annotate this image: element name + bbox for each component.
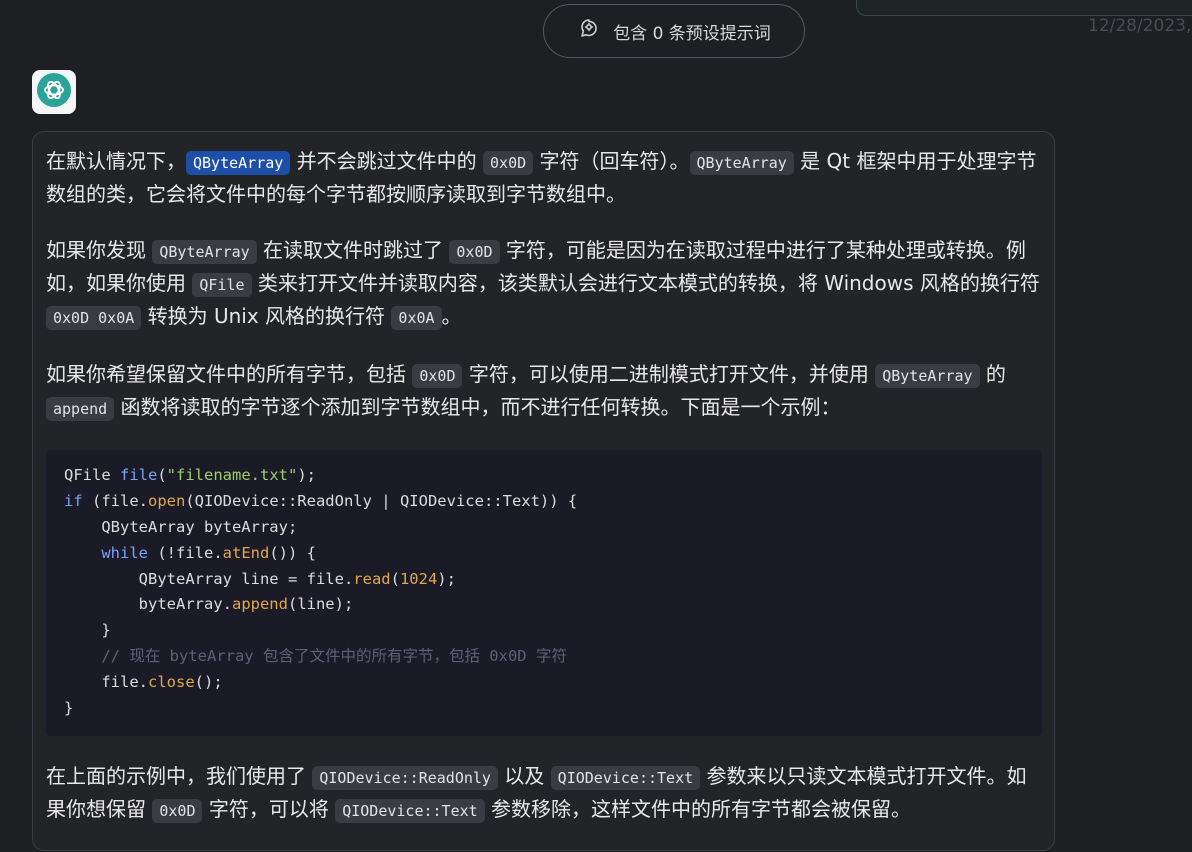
paragraph-text: 如果你希望保留文件中的所有字节，包括 <box>46 362 413 386</box>
code-block: QFile file("filename.txt"); if (file.open… <box>46 450 1042 736</box>
code-token: read <box>353 569 391 588</box>
inline-code[interactable]: QByteArray <box>186 151 291 175</box>
inline-code[interactable]: QByteArray <box>689 151 794 175</box>
paragraph-text: 如果你发现 <box>46 238 153 262</box>
paragraph-text: 以及 <box>497 763 551 788</box>
code-token: (QIODevice::ReadOnly | QIODevice::Text))… <box>185 491 578 510</box>
code-token: byteArray. <box>64 595 232 614</box>
code-line: } <box>64 696 1024 722</box>
previous-message-card <box>856 0 1192 16</box>
inline-code[interactable]: QByteArray <box>875 364 980 388</box>
inline-code[interactable]: QFile <box>192 273 252 297</box>
paragraph: 如果你发现 QByteArray 在读取文件时跳过了 0x0D 字符，可能是因为… <box>46 235 1042 334</box>
paragraph-text: 转换为 Unix 风格的换行符 <box>141 304 392 328</box>
code-line: byteArray.append(line); <box>64 592 1024 618</box>
code-line: QByteArray line = file.read(1024); <box>64 567 1024 593</box>
code-line: } <box>64 618 1024 644</box>
code-token: } <box>64 699 74 718</box>
paragraph-text: 参数移除，这样文件中的所有字节都会被保留。 <box>484 796 912 821</box>
inline-code[interactable]: 0x0A <box>391 306 442 330</box>
code-token: "filename.txt" <box>166 466 298 484</box>
paragraph-text: 类来打开文件并读取内容，该类默认会进行文本模式的转换，将 Windows 风格的… <box>251 271 1040 295</box>
paragraph: 在默认情况下， QByteArray 并不会跳过文件中的 0x0D 字符（回车符）… <box>46 146 1042 210</box>
code-token: close <box>148 673 195 692</box>
code-line: while (!file.atEnd()) { <box>64 541 1024 567</box>
code-token: if <box>64 491 83 510</box>
assistant-avatar <box>32 70 76 114</box>
code-token: while <box>101 543 148 562</box>
inline-code[interactable]: 0x0D 0x0A <box>46 306 142 330</box>
message-content: 在默认情况下， QByteArray 并不会跳过文件中的 0x0D 字符（回车符）… <box>46 146 1042 852</box>
code-token: ); <box>297 466 316 484</box>
code-token: append <box>231 595 288 614</box>
code-token: ( <box>157 466 167 484</box>
paragraph-text: 字符（回车符）。 <box>533 149 690 173</box>
code-token: (line); <box>287 595 354 614</box>
message-paragraphs-after: 在上面的示例中，我们使用了 QIODevice::ReadOnly 以及 QIO… <box>46 761 1042 827</box>
code-token: QByteArray byteArray; <box>64 517 298 536</box>
code-token: (file. <box>82 491 148 510</box>
inline-code[interactable]: QIODevice::Text <box>550 765 701 790</box>
code-token: QFile <box>64 466 120 484</box>
inline-code[interactable]: QByteArray <box>152 240 257 264</box>
inline-code[interactable]: QIODevice::Text <box>335 798 485 823</box>
code-token: (); <box>194 673 223 692</box>
paragraph: 在上面的示例中，我们使用了 QIODevice::ReadOnly 以及 QIO… <box>46 761 1042 827</box>
code-token: ); <box>437 569 456 588</box>
code-line: // 现在 byteArray 包含了文件中的所有字节，包括 0x0D 字符 <box>64 644 1024 670</box>
paragraph-text: 字符，可以使用二进制模式打开文件，并使用 <box>462 362 876 386</box>
preset-prompts-button[interactable]: 包含 0 条预设提示词 <box>543 4 805 58</box>
code-token: (!file. <box>148 543 223 562</box>
openai-logo-icon <box>36 72 72 112</box>
inline-code[interactable]: append <box>46 397 115 421</box>
paragraph: 如果你希望保留文件中的所有字节，包括 0x0D 字符，可以使用二进制模式打开文件… <box>46 359 1042 425</box>
code-token: ()) { <box>269 543 316 562</box>
paragraph-text: 在默认情况下， <box>46 149 186 173</box>
message-paragraphs: 在默认情况下， QByteArray 并不会跳过文件中的 0x0D 字符（回车符）… <box>46 146 1042 425</box>
inline-code[interactable]: 0x0D <box>412 364 463 388</box>
paragraph-text: 函数将读取的字节逐个添加到字节数组中，而不进行任何转换。下面是一个示例： <box>114 395 841 419</box>
paragraph-text: 的 <box>979 362 1006 386</box>
inline-code[interactable]: 0x0D <box>152 798 203 823</box>
code-line: file.close(); <box>64 670 1024 696</box>
paragraph-text: 字符，可以将 <box>202 796 336 821</box>
preset-prompts-label: 包含 0 条预设提示词 <box>613 23 771 44</box>
code-token: ( <box>390 569 400 588</box>
code-token: file <box>120 466 158 484</box>
inline-code[interactable]: QIODevice::ReadOnly <box>312 765 498 790</box>
code-token: 1024 <box>399 569 438 588</box>
code-line: if (file.open(QIODevice::ReadOnly | QIOD… <box>64 489 1024 515</box>
paragraph-text: 并不会跳过文件中的 <box>290 149 484 173</box>
inline-code[interactable]: 0x0D <box>483 151 534 175</box>
paragraph-text: 在读取文件时跳过了 <box>256 238 450 262</box>
message-date: 12/28/2023, <box>1088 16 1192 36</box>
prompt-brain-icon <box>577 17 601 45</box>
code-token: // 现在 byteArray 包含了文件中的所有字节，包括 0x0D 字符 <box>64 647 567 666</box>
code-line: QByteArray byteArray; <box>64 515 1024 541</box>
code-line: QFile file("filename.txt"); <box>64 463 1024 489</box>
code-token: QByteArray line = file. <box>64 569 354 588</box>
code-token: open <box>148 491 186 510</box>
code-token: atEnd <box>222 543 270 562</box>
paragraph-text: 。 <box>441 304 462 328</box>
paragraph-text: 在上面的示例中，我们使用了 <box>46 763 313 788</box>
inline-code[interactable]: 0x0D <box>449 240 500 264</box>
code-token: file. <box>64 673 148 692</box>
code-token: } <box>64 621 111 640</box>
